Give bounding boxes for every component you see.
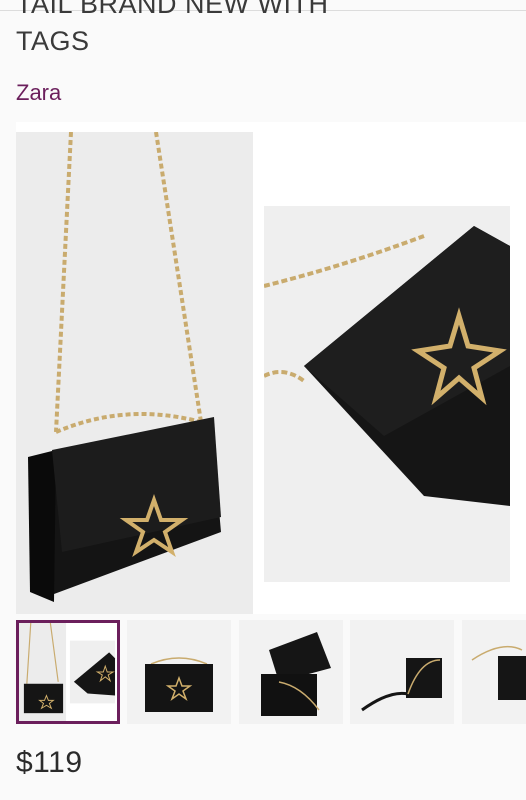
thumbnail-2[interactable] [127, 620, 231, 724]
thumbnail-5[interactable] [462, 620, 526, 724]
thumbnail-strip[interactable] [16, 620, 526, 724]
product-title-line2: TAGS [16, 26, 90, 56]
thumbnail-3-image [239, 620, 343, 724]
product-price: $119 [16, 746, 83, 779]
thumbnail-4[interactable] [350, 620, 454, 724]
product-title-line1: TAIL BRAND NEW WITH [16, 0, 329, 19]
bag-hanging-illustration [16, 131, 253, 614]
thumbnail-1-image [19, 623, 117, 721]
thumbnail-5-image [462, 620, 526, 724]
thumbnail-2-image [127, 620, 231, 724]
brand-link[interactable]: Zara [16, 80, 61, 106]
product-image-closeup[interactable] [263, 206, 510, 582]
thumbnail-4-image [350, 620, 454, 724]
thumbnail-1[interactable] [16, 620, 120, 724]
product-title: TAIL BRAND NEW WITH TAGS [16, 0, 516, 60]
bag-closeup-illustration [263, 206, 510, 582]
product-image-gallery[interactable] [16, 122, 526, 614]
product-image-main[interactable] [16, 131, 253, 614]
thumbnail-3[interactable] [239, 620, 343, 724]
